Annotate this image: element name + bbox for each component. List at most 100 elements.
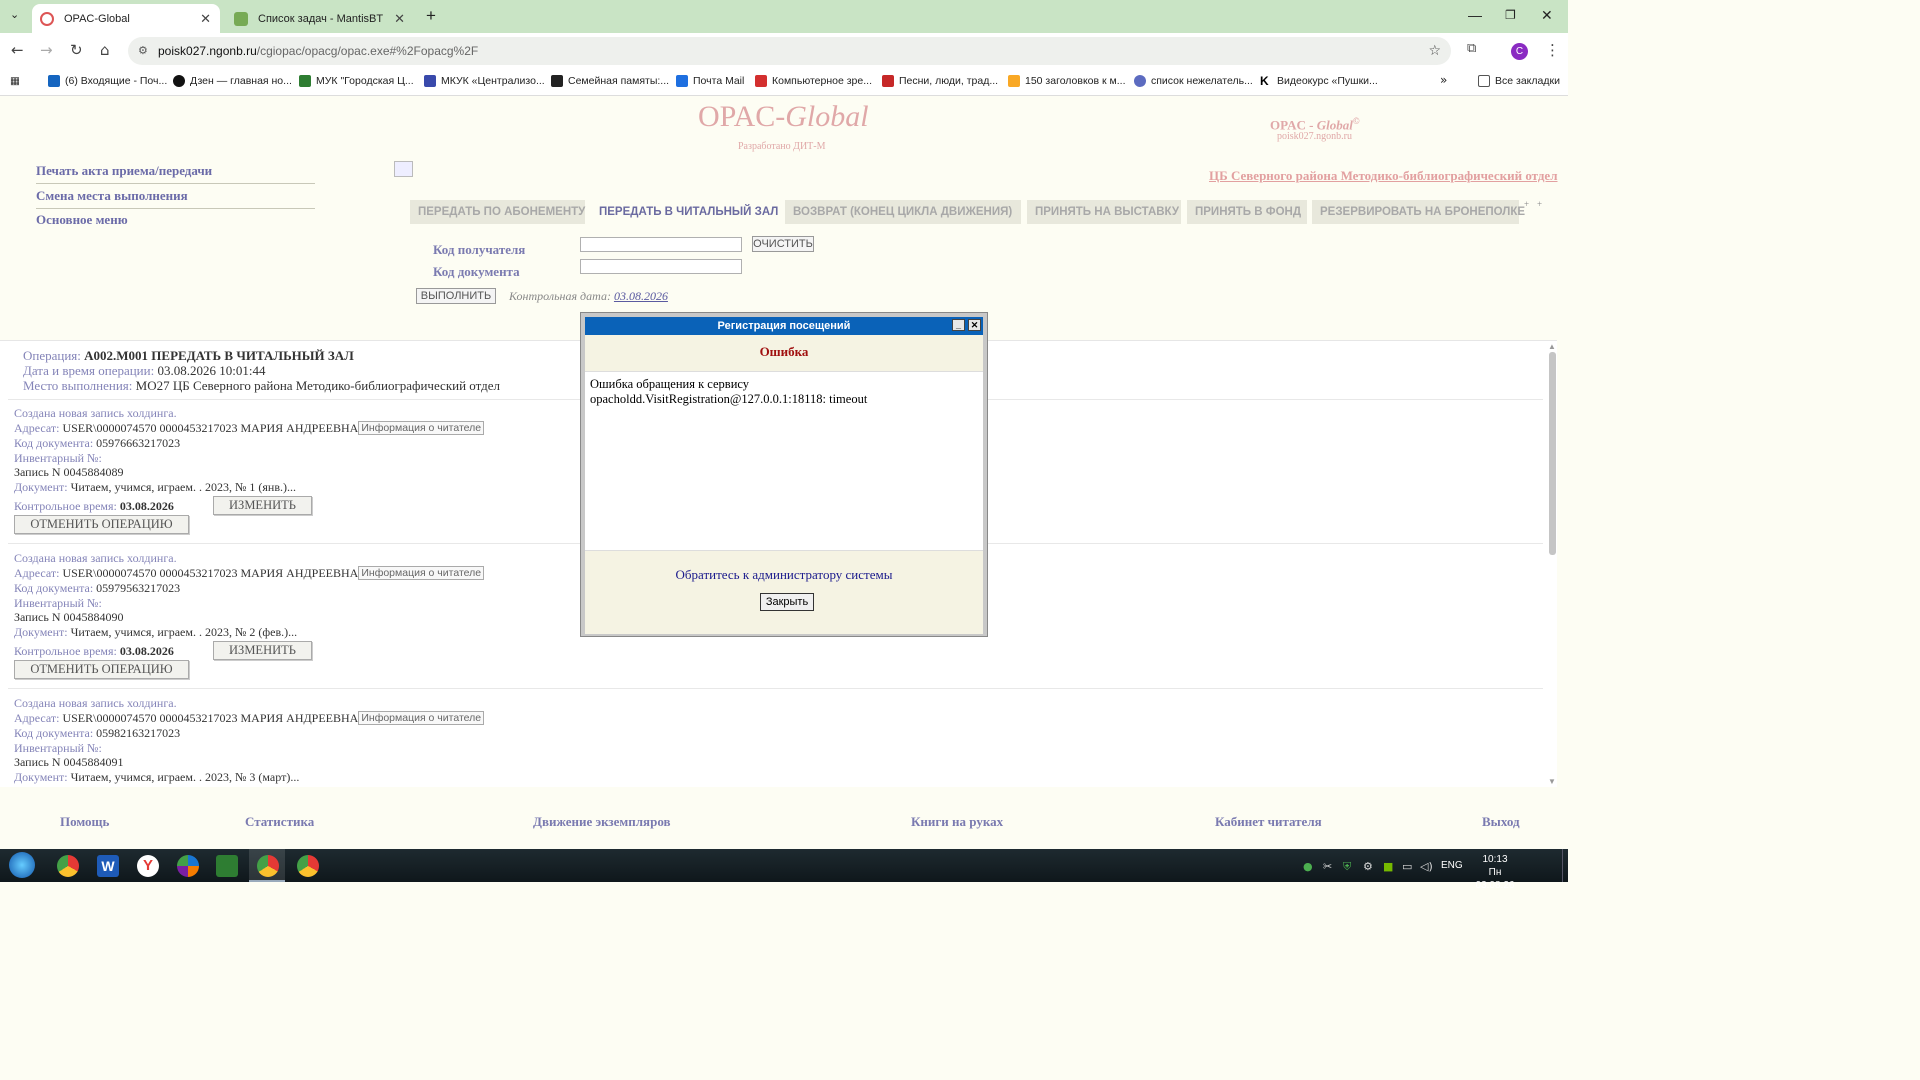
minimize-icon[interactable]: _ <box>952 319 965 331</box>
apps-grid-icon[interactable]: ▦ <box>10 75 20 87</box>
headlines-icon <box>1008 75 1020 87</box>
recipient-code-input[interactable] <box>580 237 742 252</box>
tab-accept-fund[interactable]: ПРИНЯТЬ В ФОНД <box>1187 200 1307 224</box>
footer-exit-link[interactable]: Выход <box>1482 814 1520 830</box>
chrome-icon[interactable] <box>57 855 79 877</box>
url-input[interactable]: ⚙ poisk027.ngonb.ru/cgiopac/opacg/opac.e… <box>128 37 1451 65</box>
cancel-operation-button[interactable]: ОТМЕНИТЬ ОПЕРАЦИЮ <box>14 515 189 534</box>
start-button[interactable] <box>9 852 35 878</box>
divider <box>8 688 1543 689</box>
control-date-link[interactable]: 03.08.2026 <box>614 289 668 303</box>
minimize-icon[interactable]: — <box>1468 7 1482 23</box>
more-bookmarks-icon[interactable]: » <box>1440 73 1447 87</box>
clear-button[interactable]: ОЧИСТИТЬ <box>752 236 814 252</box>
document-code-input[interactable] <box>580 259 742 274</box>
bookmark-item[interactable]: K Видеокурс «Пушки... <box>1260 75 1378 87</box>
footer-reader-cabinet-link[interactable]: Кабинет читателя <box>1215 814 1322 830</box>
word-icon[interactable]: W <box>97 855 119 877</box>
footer-statistics-link[interactable]: Статистика <box>245 814 314 830</box>
tab-search-icon[interactable]: ⌄ <box>10 8 19 21</box>
bookmark-item[interactable]: Песни, люди, трад... <box>882 75 998 87</box>
language-indicator[interactable]: ENG <box>1441 860 1463 871</box>
excel-icon[interactable] <box>216 855 238 877</box>
windows-taskbar: W Y ● ✂ ⛨ ⚙ ■ ▭ ◁) ENG 10:13 Пн 03.08.26 <box>0 849 1568 891</box>
menu-kebab-icon[interactable]: ⋮ <box>1545 41 1560 59</box>
close-icon[interactable]: ✕ <box>968 319 981 331</box>
show-desktop-button[interactable] <box>1562 849 1568 882</box>
tray-antivirus-icon[interactable]: ⛨ <box>1343 860 1351 874</box>
reader-info-button[interactable]: Информация о читателе <box>358 711 485 725</box>
footer-help-link[interactable]: Помощь <box>60 814 109 830</box>
url-host: poisk027.ngonb.ru <box>158 44 257 58</box>
menu-print-act[interactable]: Печать акта приема/передачи <box>36 163 315 184</box>
extensions-icon[interactable]: ⧉ <box>1467 41 1476 56</box>
restore-icon[interactable]: ❐ <box>1505 8 1516 22</box>
footer-books-on-hand-link[interactable]: Книги на руках <box>911 814 1003 830</box>
menu-change-location[interactable]: Смена места выполнения <box>36 188 315 209</box>
reader-info-button[interactable]: Информация о читателе <box>358 421 485 435</box>
back-icon[interactable]: ← <box>11 41 24 59</box>
bookmark-item[interactable]: Семейная памяты:... <box>551 75 669 87</box>
all-bookmarks[interactable]: Все закладки <box>1478 75 1560 87</box>
record-doc-code: Код документа: 05979563217023 <box>14 581 181 595</box>
change-button[interactable]: ИЗМЕНИТЬ <box>213 496 312 515</box>
tab-reserve-shelf[interactable]: РЕЗЕРВИРОВАТЬ НА БРОНЕПОЛКЕ <box>1312 200 1525 224</box>
expand-plus-icon[interactable]: + <box>1524 199 1529 209</box>
profile-avatar[interactable]: C <box>1511 43 1528 60</box>
tab-opac-global[interactable]: OPAC-Global ✕ <box>32 4 220 33</box>
pinned-app-icon[interactable] <box>177 855 199 877</box>
bookmark-item[interactable]: 150 заголовков к м... <box>1008 75 1126 87</box>
scroll-up-icon[interactable]: ▲ <box>1548 342 1556 351</box>
forward-icon[interactable]: → <box>40 41 53 59</box>
tab-return[interactable]: ВОЗВРАТ (КОНЕЦ ЦИКЛА ДВИЖЕНИЯ) <box>785 200 1021 224</box>
bookmarks-bar: ▦ (6) Входящие - Поч... Дзен — главная н… <box>0 69 1568 96</box>
bookmark-item[interactable]: МКУК «Централизо... <box>424 75 545 87</box>
bookmark-item[interactable]: МУК "Городская Ц... <box>299 75 414 87</box>
tray-app-icon[interactable]: ✂ <box>1323 860 1332 873</box>
yandex-browser-icon[interactable]: Y <box>137 855 159 877</box>
tray-shield-icon[interactable]: ● <box>1303 860 1313 873</box>
chrome-icon[interactable] <box>297 855 319 877</box>
opac-favicon-icon <box>40 11 54 26</box>
change-button[interactable]: ИЗМЕНИТЬ <box>213 641 312 660</box>
close-window-icon[interactable]: ✕ <box>1541 7 1553 24</box>
reload-icon[interactable]: ↻ <box>70 41 83 59</box>
help-card-icon[interactable] <box>394 161 413 177</box>
admin-contact-note: Обратитесь к администратору системы <box>675 567 893 582</box>
bookmark-item[interactable]: Почта Mail <box>676 75 744 87</box>
visit-registration-dialog: Регистрация посещений _ ✕ Ошибка Ошибка … <box>580 312 988 637</box>
home-icon[interactable]: ⌂ <box>100 41 110 59</box>
expand-plus-icon[interactable]: + <box>1537 199 1542 209</box>
bookmark-item[interactable]: (6) Входящие - Поч... <box>48 75 167 87</box>
bookmark-item[interactable]: Дзен — главная но... <box>173 75 292 87</box>
cancel-operation-button[interactable]: ОТМЕНИТЬ ОПЕРАЦИЮ <box>14 660 189 679</box>
bookmark-star-icon[interactable]: ☆ <box>1428 37 1441 65</box>
new-tab-icon[interactable]: + <box>426 6 436 26</box>
site-info-icon[interactable]: ⚙ <box>138 37 148 65</box>
tray-nvidia-icon[interactable]: ■ <box>1383 860 1393 873</box>
record-created: Создана новая запись холдинга. <box>14 696 177 710</box>
bookmark-item[interactable]: Компьютерное зре... <box>755 75 872 87</box>
record-created: Создана новая запись холдинга. <box>14 406 177 420</box>
scroll-down-icon[interactable]: ▼ <box>1548 777 1556 786</box>
taskbar-clock[interactable]: 10:13 Пн 03.08.26 <box>1471 853 1519 892</box>
scrollbar-thumb[interactable] <box>1549 352 1556 555</box>
bookmark-item[interactable]: список нежелатель... <box>1134 75 1253 87</box>
close-tab-icon[interactable]: ✕ <box>394 11 405 27</box>
chrome-icon[interactable] <box>257 855 279 877</box>
close-tab-icon[interactable]: ✕ <box>200 11 211 27</box>
dialog-title[interactable]: Регистрация посещений _ ✕ <box>585 317 983 335</box>
menu-main[interactable]: Основное меню <box>36 212 315 232</box>
tab-accept-exhibition[interactable]: ПРИНЯТЬ НА ВЫСТАВКУ <box>1027 200 1181 224</box>
dialog-close-button[interactable]: Закрыть <box>760 593 814 611</box>
reader-info-button[interactable]: Информация о читателе <box>358 566 485 580</box>
tray-network-icon[interactable]: ▭ <box>1402 860 1412 873</box>
tab-issue-reading-room[interactable]: ПЕРЕДАТЬ В ЧИТАЛЬНЫЙ ЗАЛ <box>591 200 779 224</box>
department-link[interactable]: ЦБ Северного района Методико-библиографи… <box>1209 168 1558 184</box>
tab-issue-subscription[interactable]: ПЕРЕДАТЬ ПО АБОНЕМЕНТУ <box>410 200 585 224</box>
tray-network-app-icon[interactable]: ⚙ <box>1363 860 1373 873</box>
footer-copies-movement-link[interactable]: Движение экземпляров <box>533 814 671 830</box>
tab-mantis[interactable]: Список задач - MantisBT ✕ <box>226 4 414 33</box>
tray-volume-icon[interactable]: ◁) <box>1420 860 1433 873</box>
execute-button[interactable]: ВЫПОЛНИТЬ <box>416 288 496 304</box>
